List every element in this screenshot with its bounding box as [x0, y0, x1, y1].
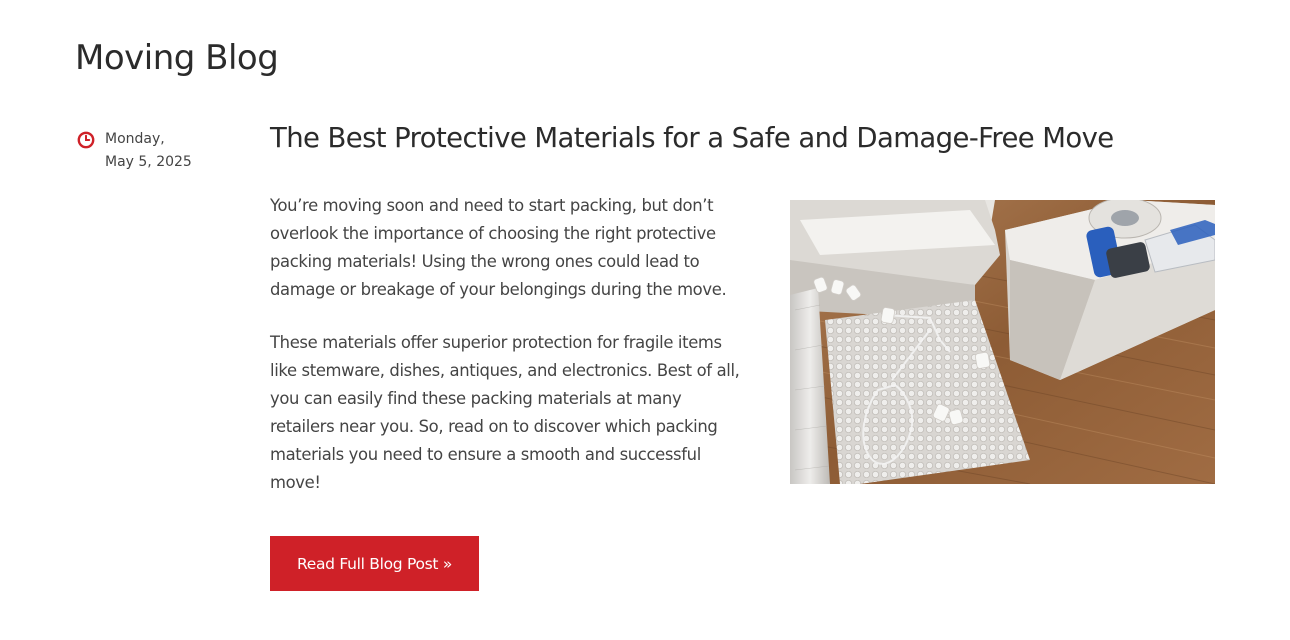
- page-title: Moving Blog: [75, 38, 279, 78]
- date-day: Monday,: [105, 131, 165, 147]
- packing-supplies-photo: [790, 200, 1215, 484]
- post-date: Monday, May 5, 2025: [77, 130, 247, 174]
- clock-icon: [77, 131, 95, 149]
- date-full: May 5, 2025: [105, 154, 192, 170]
- read-full-post-button[interactable]: Read Full Blog Post »: [270, 536, 479, 591]
- post-title[interactable]: The Best Protective Materials for a Safe…: [270, 122, 1114, 154]
- date-text: Monday, May 5, 2025: [105, 128, 192, 174]
- post-excerpt: You’re moving soon and need to start pac…: [270, 192, 748, 522]
- post-image[interactable]: [790, 200, 1215, 484]
- excerpt-paragraph-1: You’re moving soon and need to start pac…: [270, 196, 727, 299]
- excerpt-paragraph-2: These materials offer superior protectio…: [270, 333, 740, 492]
